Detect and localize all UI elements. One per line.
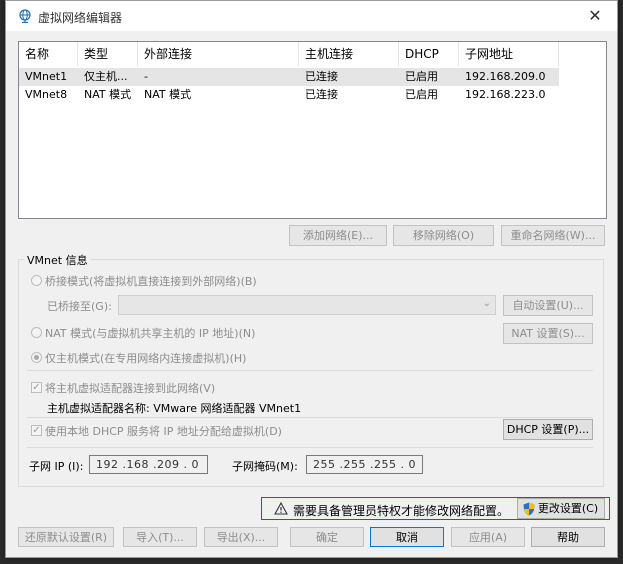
divider	[27, 447, 593, 448]
help-button[interactable]: 帮助	[531, 527, 605, 547]
column-header-name[interactable]: 名称	[19, 42, 78, 66]
nat-mode-label: NAT 模式(与虚拟机共享主机的 IP 地址)(N)	[45, 327, 256, 340]
dhcp-settings-button[interactable]: DHCP 设置(P)...	[503, 419, 593, 440]
apply-button[interactable]: 应用(A)	[451, 527, 525, 547]
cancel-button[interactable]: 取消	[370, 527, 444, 547]
change-settings-button[interactable]: 更改设置(C)	[517, 498, 605, 519]
restore-defaults-button[interactable]: 还原默认设置(R)	[18, 527, 114, 547]
cell-host: 已连接	[305, 88, 338, 101]
use-dhcp-label: 使用本地 DHCP 服务将 IP 地址分配给虚拟机(D)	[45, 425, 282, 438]
chevron-down-icon: ⌄	[482, 298, 491, 309]
cell-subnet: 192.168.223.0	[465, 88, 546, 101]
cell-dhcp: 已启用	[405, 70, 438, 83]
adapter-name-label: 主机虚拟适配器名称: VMware 网络适配器 VMnet1	[47, 402, 302, 415]
rename-network-button[interactable]: 重命名网络(W)...	[501, 225, 605, 246]
column-header-dhcp[interactable]: DHCP	[399, 42, 459, 66]
column-header-external[interactable]: 外部连接	[138, 42, 299, 66]
cell-host: 已连接	[305, 70, 338, 83]
column-header-type[interactable]: 类型	[78, 42, 138, 66]
nat-mode-radio[interactable]	[31, 327, 42, 338]
cell-name: VMnet8	[25, 88, 68, 101]
vmnet-info-title: VMnet 信息	[24, 252, 91, 268]
ok-button[interactable]: 确定	[290, 527, 364, 547]
auto-settings-button[interactable]: 自动设置(U)...	[503, 295, 593, 316]
bridged-to-select[interactable]: ⌄	[118, 295, 496, 315]
export-button[interactable]: 导出(X)...	[204, 527, 278, 547]
add-network-button[interactable]: 添加网络(E)...	[289, 225, 387, 246]
subnet-mask-label: 子网掩码(M):	[232, 460, 298, 473]
virtual-network-editor-window: 虚拟网络编辑器 ✕ 名称 类型 外部连接 主机连接 DHCP 子网地址 VMne…	[5, 0, 618, 558]
column-header-host[interactable]: 主机连接	[299, 42, 399, 66]
network-list[interactable]: 名称 类型 外部连接 主机连接 DHCP 子网地址 VMnet1 仅主机... …	[18, 41, 607, 219]
cell-name: VMnet1	[25, 70, 68, 83]
bridged-to-label: 已桥接至(G):	[47, 300, 112, 313]
admin-warning-text: 需要具备管理员特权才能修改网络配置。	[293, 504, 510, 518]
vmnet-info-group	[18, 259, 604, 487]
host-only-mode-radio[interactable]	[31, 352, 42, 363]
title-bar: 虚拟网络编辑器 ✕	[6, 1, 617, 31]
import-button[interactable]: 导入(T)...	[123, 527, 197, 547]
network-list-header: 名称 类型 外部连接 主机连接 DHCP 子网地址	[19, 42, 606, 66]
subnet-mask-field[interactable]: 255 .255 .255 . 0	[306, 455, 423, 474]
cell-dhcp: 已启用	[405, 88, 438, 101]
cell-subnet: 192.168.209.0	[465, 70, 546, 83]
warning-icon	[274, 502, 288, 515]
subnet-ip-label: 子网 IP (I):	[29, 460, 84, 473]
divider	[27, 417, 593, 418]
connect-adapter-checkbox[interactable]: ✓	[31, 382, 42, 393]
network-globe-icon	[19, 9, 31, 23]
uac-shield-icon	[523, 502, 535, 516]
change-settings-label: 更改设置(C)	[537, 502, 599, 515]
cell-external: -	[144, 70, 148, 83]
column-header-subnet[interactable]: 子网地址	[459, 42, 559, 66]
bridge-mode-label: 桥接模式(将虚拟机直接连接到外部网络)(B)	[45, 275, 257, 288]
cell-type: NAT 模式	[84, 88, 132, 101]
close-icon[interactable]: ✕	[573, 1, 617, 31]
connect-adapter-label: 将主机虚拟适配器连接到此网络(V)	[45, 382, 216, 395]
host-only-mode-label: 仅主机模式(在专用网络内连接虚拟机)(H)	[45, 352, 247, 365]
table-row[interactable]: VMnet1 仅主机... - 已连接 已启用 192.168.209.0	[19, 68, 559, 86]
nat-settings-button[interactable]: NAT 设置(S)...	[503, 323, 593, 344]
table-row[interactable]: VMnet8 NAT 模式 NAT 模式 已连接 已启用 192.168.223…	[19, 86, 559, 104]
subnet-ip-field[interactable]: 192 .168 .209 . 0	[89, 455, 208, 474]
cell-external: NAT 模式	[144, 88, 192, 101]
bridge-mode-radio[interactable]	[31, 275, 42, 286]
divider	[27, 370, 593, 371]
remove-network-button[interactable]: 移除网络(O)	[393, 225, 494, 246]
window-title: 虚拟网络编辑器	[38, 11, 123, 25]
cell-type: 仅主机...	[84, 70, 128, 83]
use-dhcp-checkbox[interactable]: ✓	[31, 425, 42, 436]
